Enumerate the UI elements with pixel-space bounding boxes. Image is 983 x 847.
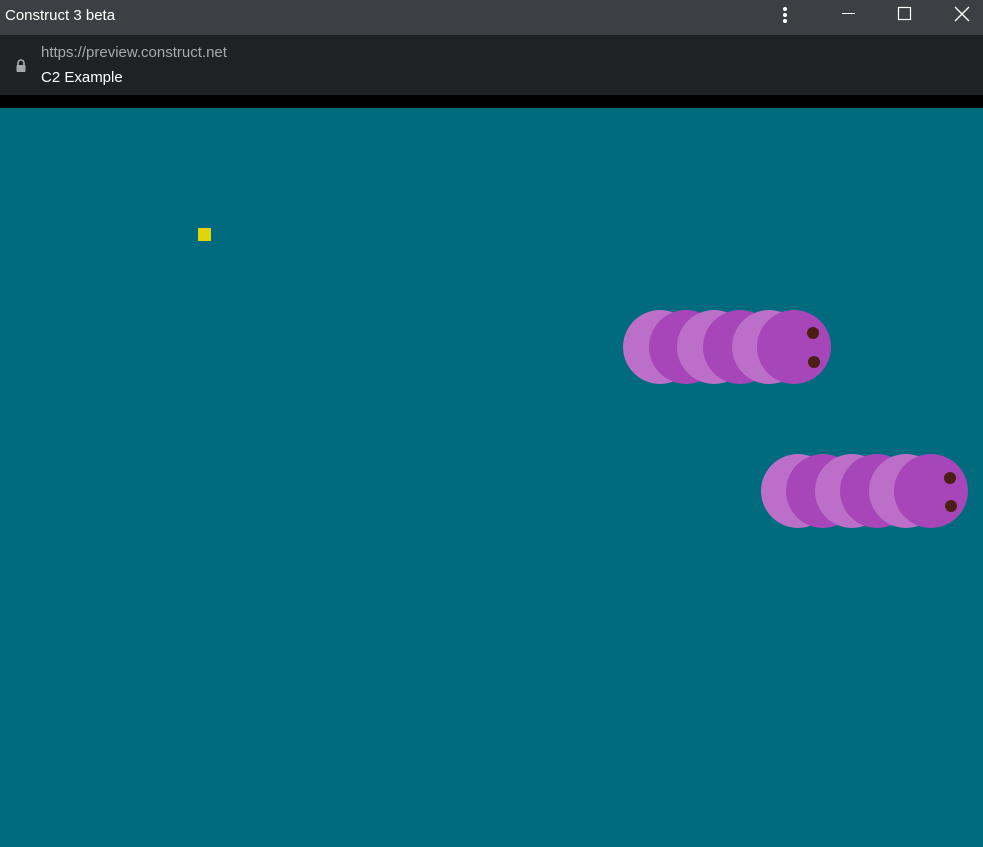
menu-button[interactable] bbox=[762, 0, 808, 35]
window-titlebar: Construct 3 beta bbox=[0, 0, 983, 35]
worm-2 bbox=[761, 454, 968, 528]
vertical-dots-icon bbox=[783, 7, 787, 23]
address-bar: https://preview.construct.net C2 Example bbox=[0, 35, 983, 95]
minimize-button[interactable] bbox=[826, 0, 872, 35]
lock-icon bbox=[16, 59, 26, 72]
worm-1 bbox=[623, 310, 831, 384]
maximize-icon bbox=[897, 6, 912, 21]
worm-1-head bbox=[757, 310, 831, 384]
maximize-button[interactable] bbox=[881, 0, 927, 35]
worms-layer bbox=[623, 310, 968, 528]
url-text[interactable]: https://preview.construct.net bbox=[41, 44, 227, 62]
worm-2-eye bbox=[944, 472, 956, 484]
worm-2-eye bbox=[945, 500, 957, 512]
worm-1-eye bbox=[807, 327, 819, 339]
close-button[interactable] bbox=[938, 0, 983, 35]
worm-1-eye bbox=[808, 356, 820, 368]
close-icon bbox=[954, 6, 970, 22]
worm-2-head bbox=[894, 454, 968, 528]
canvas-top-border bbox=[0, 95, 983, 108]
page-title: C2 Example bbox=[41, 69, 123, 86]
minimize-icon bbox=[842, 13, 855, 14]
window-title: Construct 3 beta bbox=[5, 7, 116, 24]
game-canvas[interactable] bbox=[0, 108, 983, 847]
